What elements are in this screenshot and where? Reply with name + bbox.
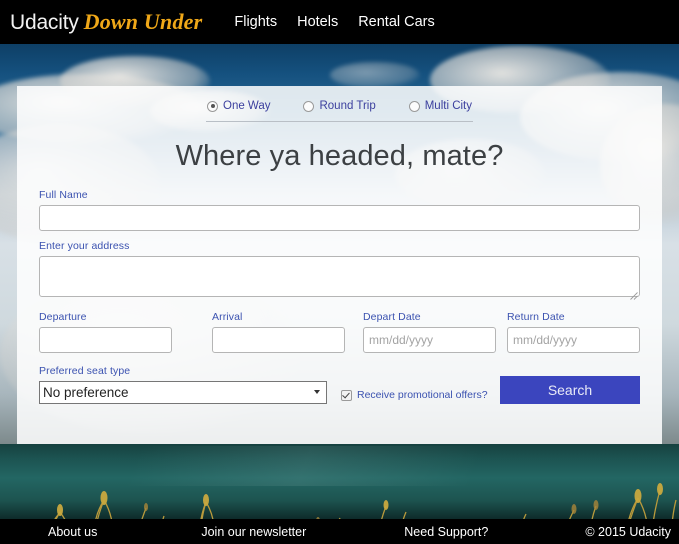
radio-option-one-way[interactable]: One Way bbox=[207, 100, 271, 112]
page-title: Where ya headed, mate? bbox=[175, 140, 504, 172]
field-arrival: Arrival bbox=[212, 311, 345, 353]
grass-silhouette-layer bbox=[0, 482, 679, 519]
nav-link-rental-cars[interactable]: Rental Cars bbox=[358, 14, 435, 30]
seat-type-select[interactable]: No preference Aisle Window Middle bbox=[39, 381, 327, 404]
field-seat-type: Preferred seat type No preference Aisle … bbox=[39, 365, 327, 404]
label-promotional-offers: Receive promotional offers? bbox=[357, 389, 488, 401]
label-depart-date: Depart Date bbox=[363, 311, 421, 323]
radio-option-round-trip[interactable]: Round Trip bbox=[303, 100, 376, 112]
nav-link-hotels[interactable]: Hotels bbox=[297, 14, 338, 30]
top-navigation-bar: Udacity Down Under Flights Hotels Rental … bbox=[0, 0, 679, 44]
radio-label-round-trip: Round Trip bbox=[319, 100, 376, 112]
field-return-date: Return Date bbox=[507, 311, 640, 353]
arrival-input[interactable] bbox=[212, 327, 345, 353]
departure-input[interactable] bbox=[39, 327, 172, 353]
footer-link-support[interactable]: Need Support? bbox=[404, 525, 488, 539]
trip-type-radio-group: One Way Round Trip Multi City bbox=[207, 86, 472, 112]
grass-svg bbox=[54, 483, 677, 519]
radio-option-multi-city[interactable]: Multi City bbox=[408, 100, 472, 112]
radio-icon-round-trip[interactable] bbox=[303, 100, 315, 112]
footer-link-newsletter[interactable]: Join our newsletter bbox=[201, 525, 306, 539]
form-actions-row: Preferred seat type No preference Aisle … bbox=[39, 365, 640, 404]
app-root: Udacity Down Under Flights Hotels Rental … bbox=[0, 0, 679, 544]
nav-link-flights[interactable]: Flights bbox=[234, 14, 277, 30]
logo-text-secondary: Down Under bbox=[83, 9, 203, 34]
radio-icon-one-way[interactable] bbox=[207, 100, 218, 112]
search-button[interactable]: Search bbox=[500, 376, 640, 404]
checkbox-icon-promotional-offers[interactable] bbox=[341, 389, 352, 401]
section-divider bbox=[206, 121, 473, 122]
label-arrival: Arrival bbox=[212, 311, 243, 323]
logo-text-primary: Udacity bbox=[10, 11, 79, 34]
address-textarea-wrapper bbox=[39, 256, 640, 302]
return-date-input[interactable] bbox=[507, 327, 640, 353]
footer-link-about-us[interactable]: About us bbox=[48, 525, 97, 539]
ocean-sheen bbox=[0, 446, 679, 486]
promotional-offers-checkbox-group[interactable]: Receive promotional offers? bbox=[341, 389, 488, 401]
radio-icon-multi-city[interactable] bbox=[408, 100, 420, 112]
field-departure: Departure bbox=[39, 311, 172, 353]
address-textarea[interactable] bbox=[39, 256, 640, 297]
booking-form: Full Name Enter your address Departure A… bbox=[17, 173, 662, 404]
field-address: Enter your address bbox=[39, 240, 640, 302]
label-address: Enter your address bbox=[39, 240, 130, 252]
radio-label-one-way: One Way bbox=[223, 100, 271, 112]
trip-details-row: Departure Arrival Depart Date Return Dat… bbox=[39, 311, 640, 353]
radio-label-multi-city: Multi City bbox=[424, 100, 472, 112]
site-footer: About us Join our newsletter Need Suppor… bbox=[0, 519, 679, 544]
label-seat-type: Preferred seat type bbox=[39, 365, 131, 377]
seat-type-select-wrapper: No preference Aisle Window Middle bbox=[39, 381, 327, 404]
depart-date-input[interactable] bbox=[363, 327, 496, 353]
primary-nav: Flights Hotels Rental Cars bbox=[234, 14, 434, 30]
field-full-name: Full Name bbox=[39, 189, 640, 231]
site-logo[interactable]: Udacity Down Under bbox=[10, 9, 203, 34]
cloud-shape bbox=[330, 62, 420, 88]
field-depart-date: Depart Date bbox=[363, 311, 496, 353]
label-departure: Departure bbox=[39, 311, 87, 323]
label-return-date: Return Date bbox=[507, 311, 565, 323]
label-full-name: Full Name bbox=[39, 189, 88, 201]
footer-copyright: © 2015 Udacity bbox=[585, 524, 672, 539]
search-form-panel: One Way Round Trip Multi City Where ya h… bbox=[17, 86, 662, 444]
full-name-input[interactable] bbox=[39, 205, 640, 231]
